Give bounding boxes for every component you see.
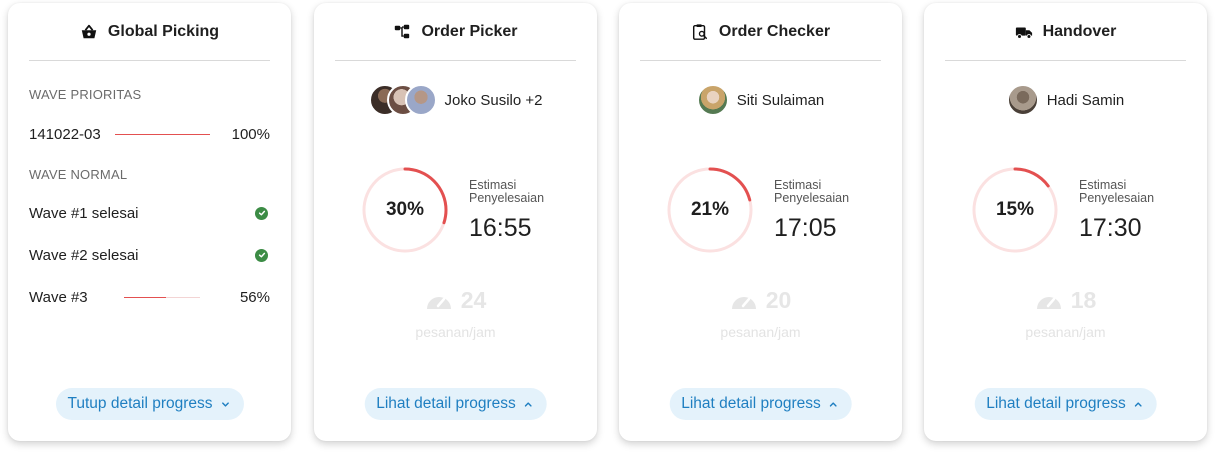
eta-time: 17:30 <box>1079 214 1142 242</box>
progress-percent: 15% <box>995 199 1035 220</box>
progress-ring: 30% <box>360 165 450 255</box>
eta-label: Estimasi Penyelesaian <box>1079 178 1155 205</box>
divider <box>335 60 576 61</box>
card-header: Global Picking <box>8 17 291 47</box>
wave-name: Wave #1 selesai <box>29 204 139 222</box>
chevron-up-icon <box>1134 401 1142 407</box>
progress-fill <box>114 133 210 135</box>
button-label: Tutup detail progress <box>67 395 213 412</box>
order-checker-card: Order Checker Siti Sulaiman 21% Estimasi… <box>619 3 902 441</box>
view-detail-progress-button[interactable]: Lihat detail progress <box>974 388 1157 420</box>
button-label: Lihat detail progress <box>681 395 821 412</box>
eta-time: 17:05 <box>774 214 837 242</box>
card-header: Handover <box>924 17 1207 47</box>
rate-value: 20 <box>765 287 792 313</box>
divider <box>640 60 881 61</box>
divider <box>945 60 1186 61</box>
avatar-group[interactable] <box>368 84 437 116</box>
rate-value: 24 <box>460 287 487 313</box>
wave-percent: 56% <box>239 288 270 306</box>
card-title: Global Picking <box>107 23 220 40</box>
avatar <box>696 84 729 116</box>
wave-name: 141022-03 <box>29 125 101 143</box>
rate: 20 <box>619 287 902 314</box>
wave-progress-bar <box>123 296 200 298</box>
chevron-up-icon <box>524 401 532 407</box>
wave-name: Wave #3 <box>29 288 88 306</box>
check-circle-icon <box>255 248 268 262</box>
button-label: Lihat detail progress <box>376 395 516 412</box>
view-detail-progress-button[interactable]: Lihat detail progress <box>669 388 852 420</box>
eta-time: 16:55 <box>469 214 532 242</box>
eta-label: Estimasi Penyelesaian <box>469 178 545 205</box>
card-title: Handover <box>1042 23 1117 40</box>
card-header: Order Checker <box>619 17 902 47</box>
chevron-up-icon <box>829 401 837 407</box>
assignee: Hadi Samin <box>924 83 1207 117</box>
global-picking-card: Global Picking WAVE PRIORITAS 141022-03 … <box>8 3 291 441</box>
eta-label: Estimasi Penyelesaian <box>774 178 850 205</box>
normal-wave-row: Wave #2 selesai <box>29 244 270 266</box>
handover-card: Handover Hadi Samin 15% Estimasi Penyele… <box>924 3 1207 441</box>
hierarchy-icon <box>395 24 410 39</box>
avatar-group[interactable] <box>1006 84 1039 116</box>
progress-ring: 21% <box>665 165 755 255</box>
speedometer-icon <box>1036 296 1061 309</box>
normal-wave-row: Wave #3 56% <box>29 286 270 308</box>
close-detail-progress-button[interactable]: Tutup detail progress <box>55 388 244 420</box>
progress-percent: 21% <box>690 199 730 220</box>
priority-wave-row: 141022-03 100% <box>29 123 270 145</box>
card-title: Order Checker <box>718 23 831 40</box>
rate: 18 <box>924 287 1207 314</box>
divider <box>29 60 270 61</box>
speedometer-icon <box>731 296 756 309</box>
progress-fill <box>123 296 167 298</box>
truck-icon <box>1015 27 1032 39</box>
button-label: Lihat detail progress <box>986 395 1126 412</box>
rate-unit: pesanan/jam <box>1025 324 1106 340</box>
wave-percent: 100% <box>231 125 270 143</box>
avatar <box>1006 84 1039 116</box>
card-title: Order Picker <box>421 23 518 40</box>
basket-icon <box>81 24 97 39</box>
clipboard-search-icon <box>692 24 707 40</box>
progress-percent: 30% <box>385 199 425 220</box>
check-circle-icon <box>255 206 268 220</box>
assignee-name: Siti Sulaiman <box>736 91 825 109</box>
wave-priority-label: WAVE PRIORITAS <box>29 87 142 102</box>
assignee: Joko Susilo +2 <box>314 83 597 117</box>
assignee-name: Joko Susilo +2 <box>444 91 543 109</box>
rate: 24 <box>314 287 597 314</box>
order-picker-card: Order Picker Joko Susilo +2 30% Estimasi… <box>314 3 597 441</box>
card-header: Order Picker <box>314 17 597 47</box>
normal-wave-row: Wave #1 selesai <box>29 202 270 224</box>
wave-normal-label: WAVE NORMAL <box>29 167 128 182</box>
view-detail-progress-button[interactable]: Lihat detail progress <box>364 388 547 420</box>
assignee-name: Hadi Samin <box>1046 91 1125 109</box>
wave-progress-bar <box>114 133 210 135</box>
rate-unit: pesanan/jam <box>720 324 801 340</box>
speedometer-icon <box>426 296 451 309</box>
chevron-down-icon <box>221 401 229 407</box>
avatar-group[interactable] <box>696 84 729 116</box>
wave-name: Wave #2 selesai <box>29 246 139 264</box>
rate-unit: pesanan/jam <box>415 324 496 340</box>
progress-ring: 15% <box>970 165 1060 255</box>
avatar <box>404 84 437 116</box>
assignee: Siti Sulaiman <box>619 83 902 117</box>
rate-value: 18 <box>1070 287 1097 313</box>
